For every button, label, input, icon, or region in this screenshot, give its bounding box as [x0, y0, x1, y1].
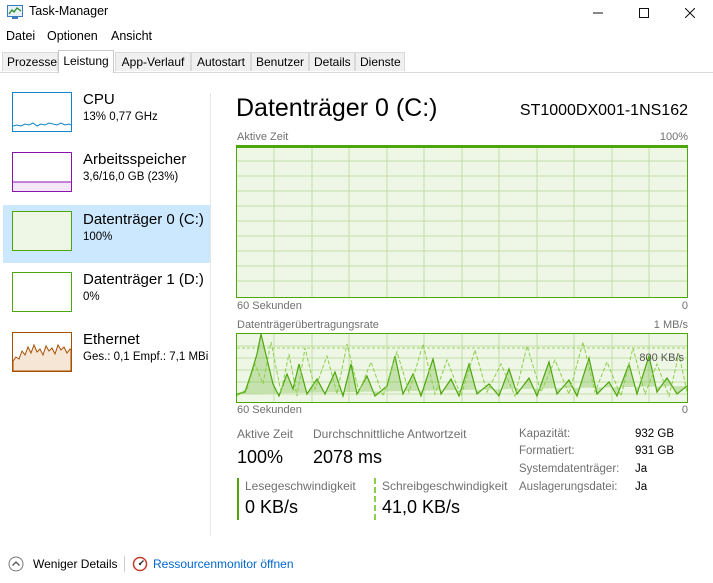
active-time-grid: [237, 146, 687, 297]
transfer-rate-graph-time: 60 Sekunden: [237, 404, 302, 416]
resource-monitor-icon: [132, 556, 148, 572]
read-speed-indicator: [237, 478, 239, 520]
transfer-rate-plot: [237, 334, 687, 402]
sidebar-item-value: 0%: [83, 291, 100, 303]
sidebar-item-label: Datenträger 1 (D:): [83, 271, 204, 288]
active-time-graph: [236, 145, 688, 298]
maximize-icon: [639, 7, 649, 18]
memory-mini-graph: [12, 152, 72, 192]
close-icon: [684, 7, 696, 18]
transfer-rate-graph-label: Datenträgerübertragungsrate: [237, 319, 379, 331]
active-time-graph-label: Aktive Zeit: [237, 131, 289, 143]
menu-optionen[interactable]: Optionen: [47, 29, 98, 43]
sidebar-item-value: Ges.: 0,1 Empf.: 7,1 MBi: [83, 351, 209, 363]
write-speed-indicator: [374, 478, 376, 520]
sidebar-item-value: 100%: [83, 231, 113, 243]
disk0-mini-graph: [12, 211, 72, 251]
active-time-label: Aktive Zeit: [237, 427, 294, 441]
tab-leistung[interactable]: Leistung: [58, 50, 114, 73]
sidebar-item-disk-1[interactable]: Datenträger 1 (D:) 0%: [3, 268, 210, 326]
active-time-graph-min: 0: [681, 300, 688, 312]
write-speed-label: Schreibgeschwindigkeit: [382, 479, 508, 493]
cpu-mini-graph: [12, 92, 72, 132]
sidebar-item-label: Arbeitsspeicher: [83, 151, 187, 168]
tab-dienste[interactable]: Dienste: [355, 52, 405, 71]
system-disk-label: Systemdatenträger:: [519, 463, 620, 475]
formatted-value: 931 GB: [635, 445, 674, 457]
capacity-label: Kapazität:: [519, 428, 571, 440]
menu-ansicht[interactable]: Ansicht: [111, 29, 152, 43]
page-file-value: Ja: [635, 481, 648, 493]
disk-model: ST1000DX001-1NS162: [519, 102, 688, 119]
window-title: Task-Manager: [29, 4, 109, 18]
maximize-button[interactable]: [621, 0, 667, 24]
tab-app-verlauf[interactable]: App-Verlauf: [115, 52, 191, 71]
minimize-icon: [593, 12, 603, 14]
system-disk-value: Ja: [635, 463, 648, 475]
transfer-rate-graph: 800 KB/s: [236, 333, 688, 403]
avg-response-label: Durchschnittliche Antwortzeit: [313, 427, 467, 441]
disk1-mini-graph: [12, 272, 72, 312]
read-speed-value: 0 KB/s: [245, 497, 299, 517]
menu-datei[interactable]: Datei: [6, 29, 35, 43]
footer-divider: [124, 556, 125, 572]
tab-benutzer[interactable]: Benutzer: [251, 52, 309, 71]
write-speed-value: 41,0 KB/s: [382, 497, 461, 517]
tab-details[interactable]: Details: [309, 52, 355, 71]
sidebar-item-ethernet[interactable]: Ethernet Ges.: 0,1 Empf.: 7,1 MBi: [3, 328, 210, 386]
transfer-rate-graph-mid: 800 KB/s: [639, 352, 684, 364]
active-time-value: 100%: [237, 447, 284, 467]
active-time-graph-max: 100%: [659, 131, 688, 143]
avg-response-value: 2078 ms: [313, 447, 383, 467]
transfer-rate-graph-min: 0: [681, 404, 688, 416]
read-speed-label: Lesegeschwindigkeit: [245, 479, 356, 493]
sidebar-item-value: 3,6/16,0 GB (23%): [83, 171, 179, 183]
transfer-rate-graph-max: 1 MB/s: [653, 319, 688, 331]
close-button[interactable]: [667, 0, 713, 24]
page-file-label: Auslagerungsdatei:: [519, 481, 618, 493]
resource-monitor-label: Ressourcenmonitor öffnen: [153, 557, 294, 571]
sidebar-item-value: 13% 0,77 GHz: [83, 111, 158, 123]
sidebar-item-label: CPU: [83, 91, 115, 108]
sidebar-item-memory[interactable]: Arbeitsspeicher 3,6/16,0 GB (23%): [3, 148, 210, 206]
capacity-value: 932 GB: [635, 428, 674, 440]
task-manager-icon: [7, 5, 23, 19]
sidebar-item-cpu[interactable]: CPU 13% 0,77 GHz: [3, 88, 210, 146]
minimize-button[interactable]: [575, 0, 621, 24]
chevron-up-icon: [8, 556, 24, 572]
tab-autostart[interactable]: Autostart: [191, 52, 251, 71]
sidebar-separator: [210, 93, 211, 536]
fewer-details-label: Weniger Details: [33, 557, 118, 571]
page-title: Datenträger 0 (C:): [236, 94, 438, 122]
sidebar-item-label: Datenträger 0 (C:): [83, 211, 204, 228]
title-bar: Task-Manager: [0, 0, 713, 26]
active-time-graph-time: 60 Sekunden: [237, 300, 302, 312]
sidebar-item-disk-0[interactable]: Datenträger 0 (C:) 100%: [3, 205, 210, 263]
ethernet-mini-graph: [12, 332, 72, 372]
formatted-label: Formatiert:: [519, 445, 575, 457]
sidebar-item-label: Ethernet: [83, 331, 140, 348]
tab-prozesse[interactable]: Prozesse: [2, 52, 58, 71]
